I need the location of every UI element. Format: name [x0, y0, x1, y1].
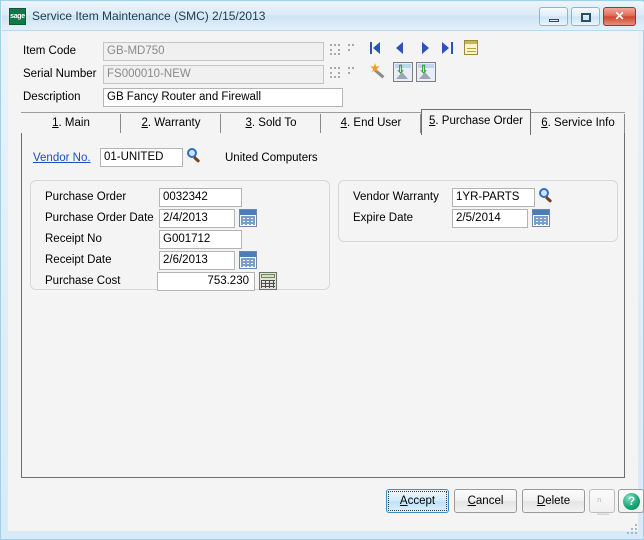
tab-sold-to[interactable]: 3. Sold To: [221, 112, 321, 134]
delete-button[interactable]: Delete: [522, 489, 585, 513]
tab-strip: 1. Main 2. Warranty 3. Sold To 4. End Us…: [21, 109, 625, 135]
insert-image-button-1[interactable]: ⇩: [393, 62, 413, 82]
tab-service-info[interactable]: 6. Service Info: [531, 112, 625, 134]
flag-icon: ⁿ—: [597, 494, 609, 520]
window-frame: sage Service Item Maintenance (SMC) 2/15…: [0, 0, 644, 540]
help-icon: ?: [623, 493, 640, 510]
insert-image-icon: ⇩: [419, 64, 429, 76]
maximize-icon: [581, 13, 591, 22]
tab-main[interactable]: 1. Main: [21, 112, 121, 134]
tab-purchase-order[interactable]: 5. Purchase Order: [421, 109, 531, 135]
last-record-icon: [442, 42, 449, 54]
item-code-input[interactable]: GB-MD750: [103, 42, 324, 61]
vendor-warranty-label: Vendor Warranty: [353, 191, 439, 203]
receipt-date-label: Receipt Date: [45, 254, 112, 266]
toolbar-grip-b: [346, 66, 360, 80]
vendor-no-input[interactable]: 01-UNITED: [100, 148, 183, 167]
vendor-no-search-icon[interactable]: [187, 148, 203, 164]
vendor-name-text: United Computers: [225, 152, 318, 164]
memo-button[interactable]: [464, 40, 478, 55]
receipt-no-input[interactable]: G001712: [159, 230, 242, 249]
vendor-warranty-group: Vendor Warranty 1YR-PARTS Expire Date 2/…: [338, 180, 618, 242]
next-record-icon: [422, 42, 429, 54]
receipt-date-input[interactable]: 2/6/2013: [159, 251, 235, 270]
tab-end-user[interactable]: 4. End User: [321, 112, 421, 134]
minimize-button[interactable]: [539, 7, 568, 26]
expire-date-input[interactable]: 2/5/2014: [452, 209, 528, 228]
purchase-order-group: Purchase Order 0032342 Purchase Order Da…: [30, 180, 330, 291]
application-window: sage Service Item Maintenance (SMC) 2/15…: [0, 0, 644, 540]
expire-date-calendar-icon[interactable]: [532, 209, 550, 227]
purchase-order-date-input[interactable]: 2/4/2013: [159, 209, 235, 228]
insert-image-button-2[interactable]: ⇩: [416, 62, 436, 82]
serial-number-grip[interactable]: [328, 66, 342, 80]
insert-image-icon: ⇩: [396, 64, 406, 76]
description-label: Description: [23, 91, 81, 103]
purchase-order-date-calendar-icon[interactable]: [239, 209, 257, 227]
wand-button[interactable]: [370, 63, 387, 80]
item-code-label: Item Code: [23, 45, 77, 57]
purchase-order-input[interactable]: 0032342: [159, 188, 242, 207]
maximize-button[interactable]: [571, 7, 600, 26]
close-button[interactable]: ✕: [603, 7, 636, 26]
purchase-order-label: Purchase Order: [45, 191, 127, 203]
close-icon: ✕: [614, 9, 625, 23]
focus-ring: [388, 491, 447, 511]
serial-number-label: Serial Number: [23, 68, 97, 80]
purchase-cost-calculator-icon[interactable]: [259, 272, 277, 290]
toolbar-grip-a: [346, 43, 360, 57]
purchase-order-tab-panel: Vendor No. 01-UNITED United Computers Pu…: [21, 133, 625, 478]
item-code-grip[interactable]: [328, 43, 342, 57]
vendor-warranty-input[interactable]: 1YR-PARTS: [452, 188, 535, 207]
purchase-cost-input[interactable]: 753.230: [157, 272, 255, 291]
receipt-date-calendar-icon[interactable]: [239, 251, 257, 269]
first-record-button[interactable]: [370, 41, 385, 56]
flag-button: ⁿ—: [589, 489, 615, 520]
next-record-button[interactable]: [418, 41, 433, 56]
sage-logo-icon: sage: [9, 8, 26, 25]
window-title: Service Item Maintenance (SMC) 2/15/2013: [32, 9, 266, 23]
vendor-warranty-search-icon[interactable]: [539, 188, 555, 204]
cancel-button[interactable]: Cancel: [454, 489, 517, 513]
minimize-icon: [549, 19, 559, 22]
last-record-button[interactable]: [440, 41, 455, 56]
vendor-no-link[interactable]: Vendor No.: [33, 152, 91, 164]
first-record-icon: [370, 42, 372, 54]
previous-record-icon: [396, 42, 403, 54]
description-input[interactable]: GB Fancy Router and Firewall: [103, 88, 343, 107]
receipt-no-label: Receipt No: [45, 233, 102, 245]
resize-grip[interactable]: [627, 524, 639, 536]
accept-button[interactable]: Accept: [386, 489, 449, 513]
title-bar[interactable]: sage Service Item Maintenance (SMC) 2/15…: [2, 2, 644, 31]
purchase-order-date-label: Purchase Order Date: [45, 212, 154, 224]
tab-warranty[interactable]: 2. Warranty: [121, 112, 221, 134]
serial-number-input[interactable]: FS000010-NEW: [103, 65, 324, 84]
help-button[interactable]: ?: [618, 489, 644, 513]
purchase-cost-label: Purchase Cost: [45, 275, 121, 287]
previous-record-button[interactable]: [394, 41, 409, 56]
client-area: Item Code GB-MD750 Serial Number FS00001…: [8, 31, 644, 531]
expire-date-label: Expire Date: [353, 212, 414, 224]
